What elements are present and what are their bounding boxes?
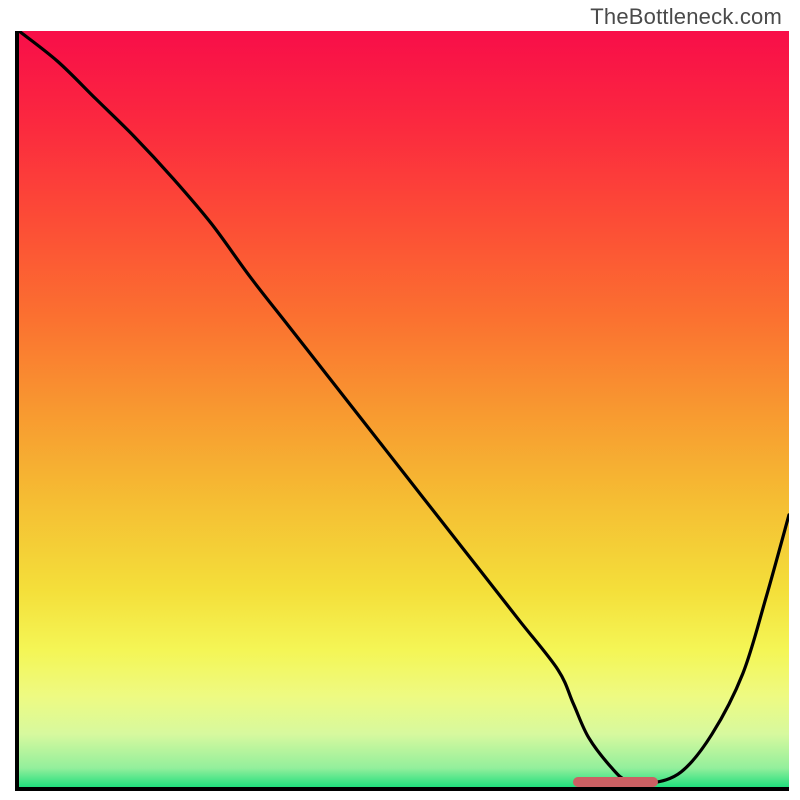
plot-inner [19, 31, 789, 787]
bottleneck-curve [19, 31, 789, 787]
plot-area [15, 31, 789, 791]
chart-container: TheBottleneck.com [0, 0, 800, 800]
watermark-text: TheBottleneck.com [590, 4, 782, 30]
optimal-marker [573, 777, 658, 787]
